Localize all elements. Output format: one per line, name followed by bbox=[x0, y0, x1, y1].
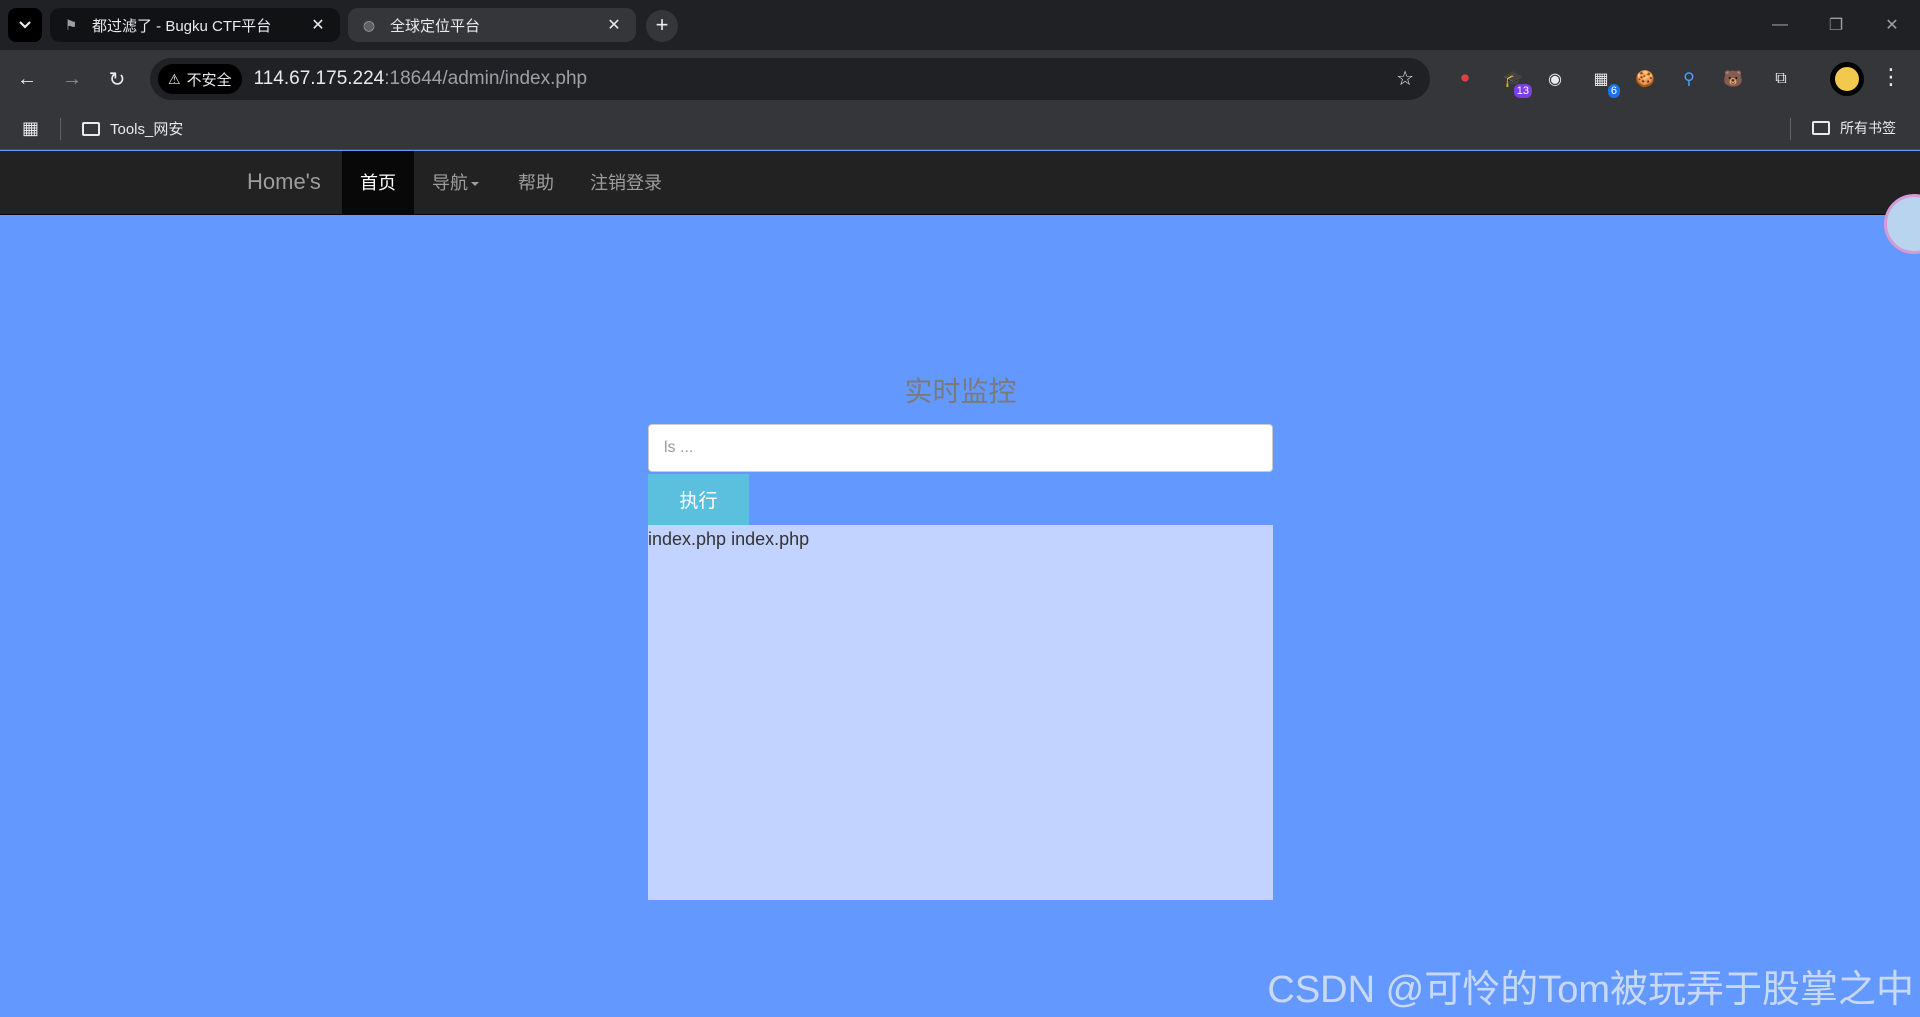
bear-icon[interactable]: 🐻 bbox=[1720, 66, 1746, 92]
minimize-button[interactable]: — bbox=[1752, 0, 1808, 50]
bookmark-folder-all[interactable]: 所有书签 bbox=[1812, 118, 1896, 138]
folder-icon bbox=[1812, 121, 1830, 135]
nav-item-label: 导航 bbox=[432, 173, 468, 193]
cookie-icon[interactable]: 🍪 bbox=[1632, 66, 1658, 92]
page-title: 实时监控 bbox=[904, 376, 1017, 407]
nav-item-help[interactable]: 帮助 bbox=[518, 151, 554, 215]
tab-search-button[interactable] bbox=[8, 8, 42, 42]
flag-icon: ⚑ bbox=[64, 16, 78, 33]
close-icon[interactable]: ✕ bbox=[308, 15, 328, 35]
command-input[interactable] bbox=[648, 424, 1273, 472]
back-button[interactable]: ← bbox=[12, 64, 42, 94]
url-text[interactable]: 114.67.175.224:18644/admin/index.php bbox=[254, 68, 588, 90]
browser-menu-icon[interactable]: ⋮ bbox=[1880, 64, 1902, 90]
site-brand[interactable]: Home's bbox=[247, 169, 321, 195]
nav-item-logout[interactable]: 注销登录 bbox=[590, 151, 662, 215]
bookmark-folder-tools[interactable]: Tools_网安 bbox=[82, 118, 183, 139]
caret-down-icon bbox=[471, 182, 479, 187]
tab-title: 全球定位平台 bbox=[390, 17, 481, 35]
avatar-image bbox=[1835, 67, 1859, 91]
close-window-button[interactable]: ✕ bbox=[1864, 0, 1920, 50]
extension-badge: 13 bbox=[1513, 84, 1532, 98]
tab-title: 都过滤了 - Bugku CTF平台 bbox=[92, 17, 272, 35]
extension-badge: 6 bbox=[1607, 84, 1620, 98]
browser-tab-strip: ⚑ 都过滤了 - Bugku CTF平台 ✕ ◍ 全球定位平台 ✕ + — ❐ … bbox=[0, 0, 1920, 50]
grid-extension-icon[interactable]: ▦ 6 bbox=[1588, 66, 1620, 98]
execute-button[interactable]: 执行 bbox=[648, 474, 749, 525]
bookmarks-divider bbox=[60, 118, 61, 140]
record-icon[interactable]: ⏺ bbox=[1452, 66, 1478, 92]
command-output: index.php index.php bbox=[648, 525, 1273, 900]
pin-icon[interactable]: ⚲ bbox=[1676, 66, 1702, 92]
ring-icon[interactable]: ◉ bbox=[1542, 66, 1568, 92]
folder-icon bbox=[82, 121, 100, 136]
browser-tab-bugku[interactable]: ⚑ 都过滤了 - Bugku CTF平台 ✕ bbox=[50, 8, 340, 42]
bookmark-star-icon[interactable]: ☆ bbox=[1396, 66, 1414, 91]
window-controls: — ❐ ✕ bbox=[1752, 0, 1920, 50]
forward-button[interactable]: → bbox=[57, 64, 87, 94]
profile-avatar[interactable] bbox=[1830, 62, 1864, 96]
warning-icon: ⚠ bbox=[168, 70, 181, 87]
grid-extension-glyph: ▦ bbox=[1593, 71, 1609, 88]
restore-button[interactable]: ❐ bbox=[1808, 0, 1864, 50]
close-icon[interactable]: ✕ bbox=[604, 15, 624, 35]
url-path: :18644/admin/index.php bbox=[384, 68, 588, 89]
bookmark-folder-label: Tools_网安 bbox=[110, 121, 184, 138]
nav-item-navigation[interactable]: 导航 bbox=[432, 151, 479, 215]
address-bar[interactable]: ⚠ 不安全 114.67.175.224:18644/admin/index.p… bbox=[150, 58, 1430, 100]
apps-grid-icon[interactable]: ▦ bbox=[22, 118, 39, 139]
chevron-down-icon bbox=[19, 21, 31, 29]
graduation-cap-icon[interactable]: 🎓 13 bbox=[1500, 66, 1532, 98]
nav-item-home[interactable]: 首页 bbox=[342, 151, 414, 215]
new-tab-button[interactable]: + bbox=[646, 10, 678, 42]
security-label: 不安全 bbox=[186, 71, 232, 89]
puzzle-icon[interactable]: ⧉ bbox=[1768, 66, 1794, 92]
reload-button[interactable]: ↻ bbox=[102, 64, 132, 94]
bookmark-folder-label: 所有书签 bbox=[1840, 120, 1896, 136]
site-navbar: Home's 首页 导航 帮助 注销登录 bbox=[0, 151, 1920, 215]
security-chip[interactable]: ⚠ 不安全 bbox=[158, 64, 242, 94]
globe-icon: ◍ bbox=[362, 16, 376, 33]
bookmarks-divider bbox=[1790, 118, 1791, 140]
bookmarks-bar: ▦ Tools_网安 所有书签 bbox=[0, 108, 1920, 150]
url-host: 114.67.175.224 bbox=[253, 68, 385, 89]
csdn-watermark: CSDN @可怜的Tom被玩弄于股掌之中 bbox=[1267, 969, 1914, 1011]
browser-tab-active[interactable]: ◍ 全球定位平台 ✕ bbox=[348, 8, 636, 42]
